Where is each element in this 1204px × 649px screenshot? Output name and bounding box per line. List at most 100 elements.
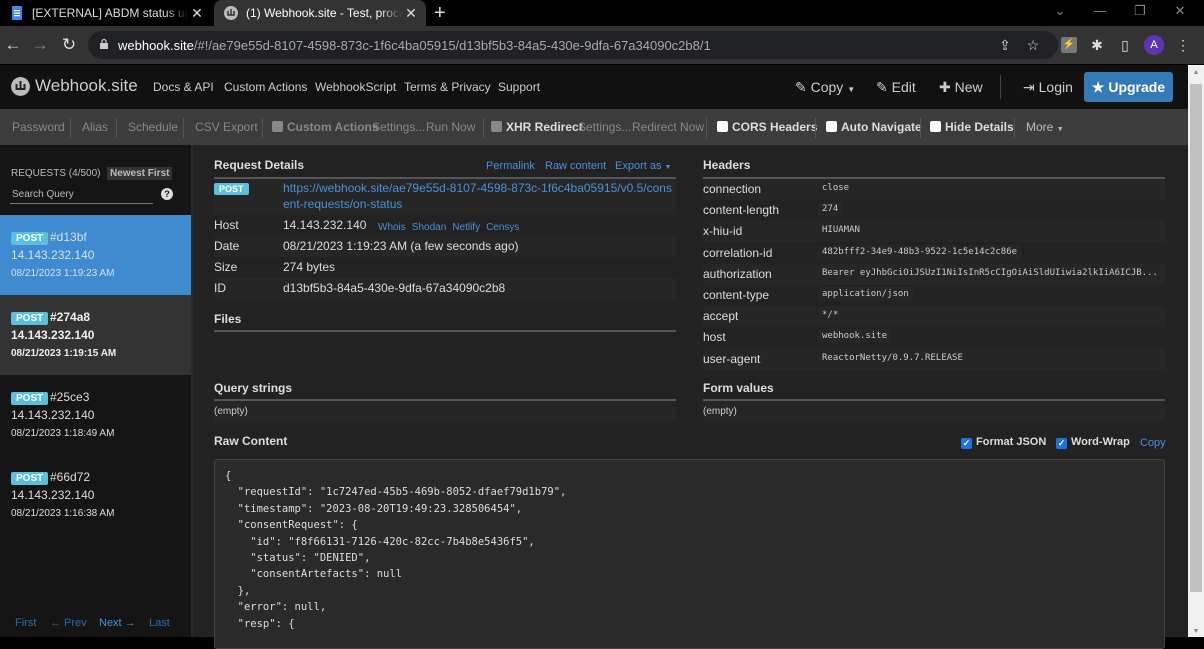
pager-first[interactable]: First xyxy=(15,617,36,629)
request-url-link[interactable]: https://webhook.site/ae79e55d-8107-4598-… xyxy=(283,180,675,212)
profile-avatar[interactable]: A xyxy=(1144,35,1164,55)
header-value: */* xyxy=(818,308,843,323)
pager-prev[interactable]: ← Prev xyxy=(50,617,87,629)
censys-link[interactable]: Censys xyxy=(486,222,519,233)
login-button[interactable]: ⇥ Login xyxy=(1023,79,1073,96)
tab-search-icon[interactable]: ⌄ xyxy=(1040,0,1080,26)
pager-last[interactable]: Last xyxy=(149,617,170,629)
custom-actions-settings[interactable]: Settings... xyxy=(372,120,425,134)
query-strings-value: (empty) xyxy=(214,406,248,417)
nav-webhookscript[interactable]: WebhookScript xyxy=(315,80,396,94)
scroll-down-icon[interactable]: ▼ xyxy=(1188,628,1204,635)
side-panel-icon[interactable]: ▯ xyxy=(1117,37,1133,53)
format-json-checkbox[interactable]: ✓ xyxy=(961,438,972,449)
back-icon[interactable]: ← xyxy=(2,34,24,56)
scrollbar-thumb[interactable] xyxy=(1190,84,1202,592)
restore-icon[interactable]: ❐ xyxy=(1120,0,1160,26)
raw-content-box[interactable]: { "requestId": "1c7247ed-45b5-469b-8052-… xyxy=(214,459,1165,649)
header-row: user-agent ReactorNetty/0.9.7.RELEASE xyxy=(703,348,1165,370)
request-ip: 14.143.232.140 xyxy=(11,248,95,262)
browser-tab-webhook[interactable]: (1) Webhook.site - Test, process and ✕ xyxy=(214,0,426,26)
forward-icon[interactable]: → xyxy=(29,34,51,56)
raw-content-code: { "requestId": "1c7247ed-45b5-469b-8052-… xyxy=(225,470,567,630)
custom-actions-checkbox[interactable] xyxy=(272,121,283,132)
brand[interactable]: Webhook.site xyxy=(11,76,138,96)
shodan-link[interactable]: Shodan xyxy=(412,222,446,233)
header-key: content-length xyxy=(703,203,780,218)
schedule-button[interactable]: Schedule xyxy=(128,120,178,134)
csv-export-button[interactable]: CSV Export xyxy=(195,120,258,134)
extension-icon[interactable]: ⚡ xyxy=(1061,37,1077,53)
copy-raw-link[interactable]: Copy xyxy=(1140,437,1166,449)
permalink-link[interactable]: Permalink xyxy=(486,160,535,172)
password-button[interactable]: Password xyxy=(12,120,65,134)
request-date: 08/21/2023 1:18:49 AM xyxy=(11,428,115,439)
xhr-redirect-toggle[interactable]: XHR Redirect xyxy=(491,120,583,134)
request-list-item[interactable]: POST #274a8 14.143.232.140 08/21/2023 1:… xyxy=(0,295,191,375)
share-icon[interactable]: ⇪ xyxy=(996,36,1014,54)
minimize-icon[interactable]: — xyxy=(1080,0,1120,26)
redirect-now-button[interactable]: Redirect Now xyxy=(632,120,704,134)
export-as-dropdown[interactable]: Export as ▼ xyxy=(615,160,671,172)
search-query-input[interactable] xyxy=(10,186,153,204)
tab-title: (1) Webhook.site - Test, process and xyxy=(246,6,402,20)
xhr-settings[interactable]: Settings... xyxy=(578,120,631,134)
nav-support[interactable]: Support xyxy=(498,80,540,94)
cors-headers-toggle[interactable]: CORS Headers xyxy=(717,120,817,134)
word-wrap-checkbox[interactable]: ✓ xyxy=(1056,438,1067,449)
header-key: correlation-id xyxy=(703,245,773,260)
address-bar[interactable]: webhook.site/#!/ae79e55d-8107-4598-873c-… xyxy=(88,31,1058,59)
format-json-toggle[interactable]: ✓ Format JSON xyxy=(961,436,1046,449)
copy-dropdown[interactable]: ✎ Copy ▼ xyxy=(795,79,855,96)
xhr-redirect-checkbox[interactable] xyxy=(491,121,502,132)
request-date: 08/21/2023 1:16:38 AM xyxy=(11,508,115,519)
more-dropdown[interactable]: More ▼ xyxy=(1026,120,1064,134)
help-icon[interactable]: ? xyxy=(161,188,173,200)
new-button[interactable]: ✚ New xyxy=(939,79,983,96)
pager-next[interactable]: Next → xyxy=(99,617,136,629)
run-now-button[interactable]: Run Now xyxy=(426,120,475,134)
cors-headers-checkbox[interactable] xyxy=(717,121,728,132)
menu-kebab-icon[interactable]: ⋮ xyxy=(1175,37,1191,53)
request-list-item[interactable]: POST #d13bf 14.143.232.140 08/21/2023 1:… xyxy=(0,215,191,295)
method-badge: POST xyxy=(214,183,249,195)
nav-custom-actions[interactable]: Custom Actions xyxy=(224,80,307,94)
request-id: #d13bf xyxy=(50,230,87,244)
page-scrollbar[interactable]: ▲ ▼ xyxy=(1188,65,1204,637)
nav-docs-api[interactable]: Docs & API xyxy=(153,80,214,94)
whois-link[interactable]: Whois xyxy=(378,222,406,233)
raw-content-link[interactable]: Raw content xyxy=(545,160,606,172)
request-list-item[interactable]: POST #66d72 14.143.232.140 08/21/2023 1:… xyxy=(0,455,191,535)
close-tab-icon[interactable]: ✕ xyxy=(188,5,206,22)
action-toolbar: Password Alias Schedule CSV Export Custo… xyxy=(0,109,1188,145)
request-list-item[interactable]: POST #25ce3 14.143.232.140 08/21/2023 1:… xyxy=(0,375,191,455)
auto-navigate-checkbox[interactable] xyxy=(826,121,837,132)
scroll-up-icon[interactable]: ▲ xyxy=(1188,69,1204,76)
close-window-icon[interactable]: ✕ xyxy=(1160,0,1200,26)
netlify-link[interactable]: Netlify xyxy=(452,222,480,233)
auto-navigate-toggle[interactable]: Auto Navigate xyxy=(826,120,922,134)
extensions-puzzle-icon[interactable]: ✱ xyxy=(1089,37,1105,53)
login-icon: ⇥ xyxy=(1023,79,1035,95)
header-key: content-type xyxy=(703,288,770,302)
upgrade-button[interactable]: ★ Upgrade xyxy=(1084,72,1173,102)
edit-icon: ✎ xyxy=(876,79,888,95)
more-label: More xyxy=(1026,120,1054,134)
close-tab-icon[interactable]: ✕ xyxy=(402,5,420,22)
xhr-redirect-label: XHR Redirect xyxy=(506,120,583,134)
sort-order-button[interactable]: Newest First xyxy=(107,167,173,180)
new-tab-icon[interactable]: + xyxy=(434,2,446,25)
word-wrap-toggle[interactable]: ✓ Word-Wrap xyxy=(1056,436,1130,449)
nav-terms-privacy[interactable]: Terms & Privacy xyxy=(404,80,491,94)
reload-icon[interactable]: ↻ xyxy=(58,34,80,56)
browser-tab-docs[interactable]: [EXTERNAL] ABDM status update ✕ xyxy=(0,0,212,26)
hide-details-checkbox[interactable] xyxy=(930,121,941,132)
bookmark-star-icon[interactable]: ☆ xyxy=(1024,36,1042,54)
header-row: host webhook.site xyxy=(703,327,1165,348)
hide-details-toggle[interactable]: Hide Details xyxy=(930,120,1014,134)
lock-icon xyxy=(100,39,108,49)
alias-button[interactable]: Alias xyxy=(82,120,108,134)
custom-actions-toggle[interactable]: Custom Actions xyxy=(272,120,379,134)
header-row: correlation-id 482bfff2-34e9-48b3-9522-1c… xyxy=(703,243,1165,264)
edit-button[interactable]: ✎ Edit xyxy=(876,79,916,96)
